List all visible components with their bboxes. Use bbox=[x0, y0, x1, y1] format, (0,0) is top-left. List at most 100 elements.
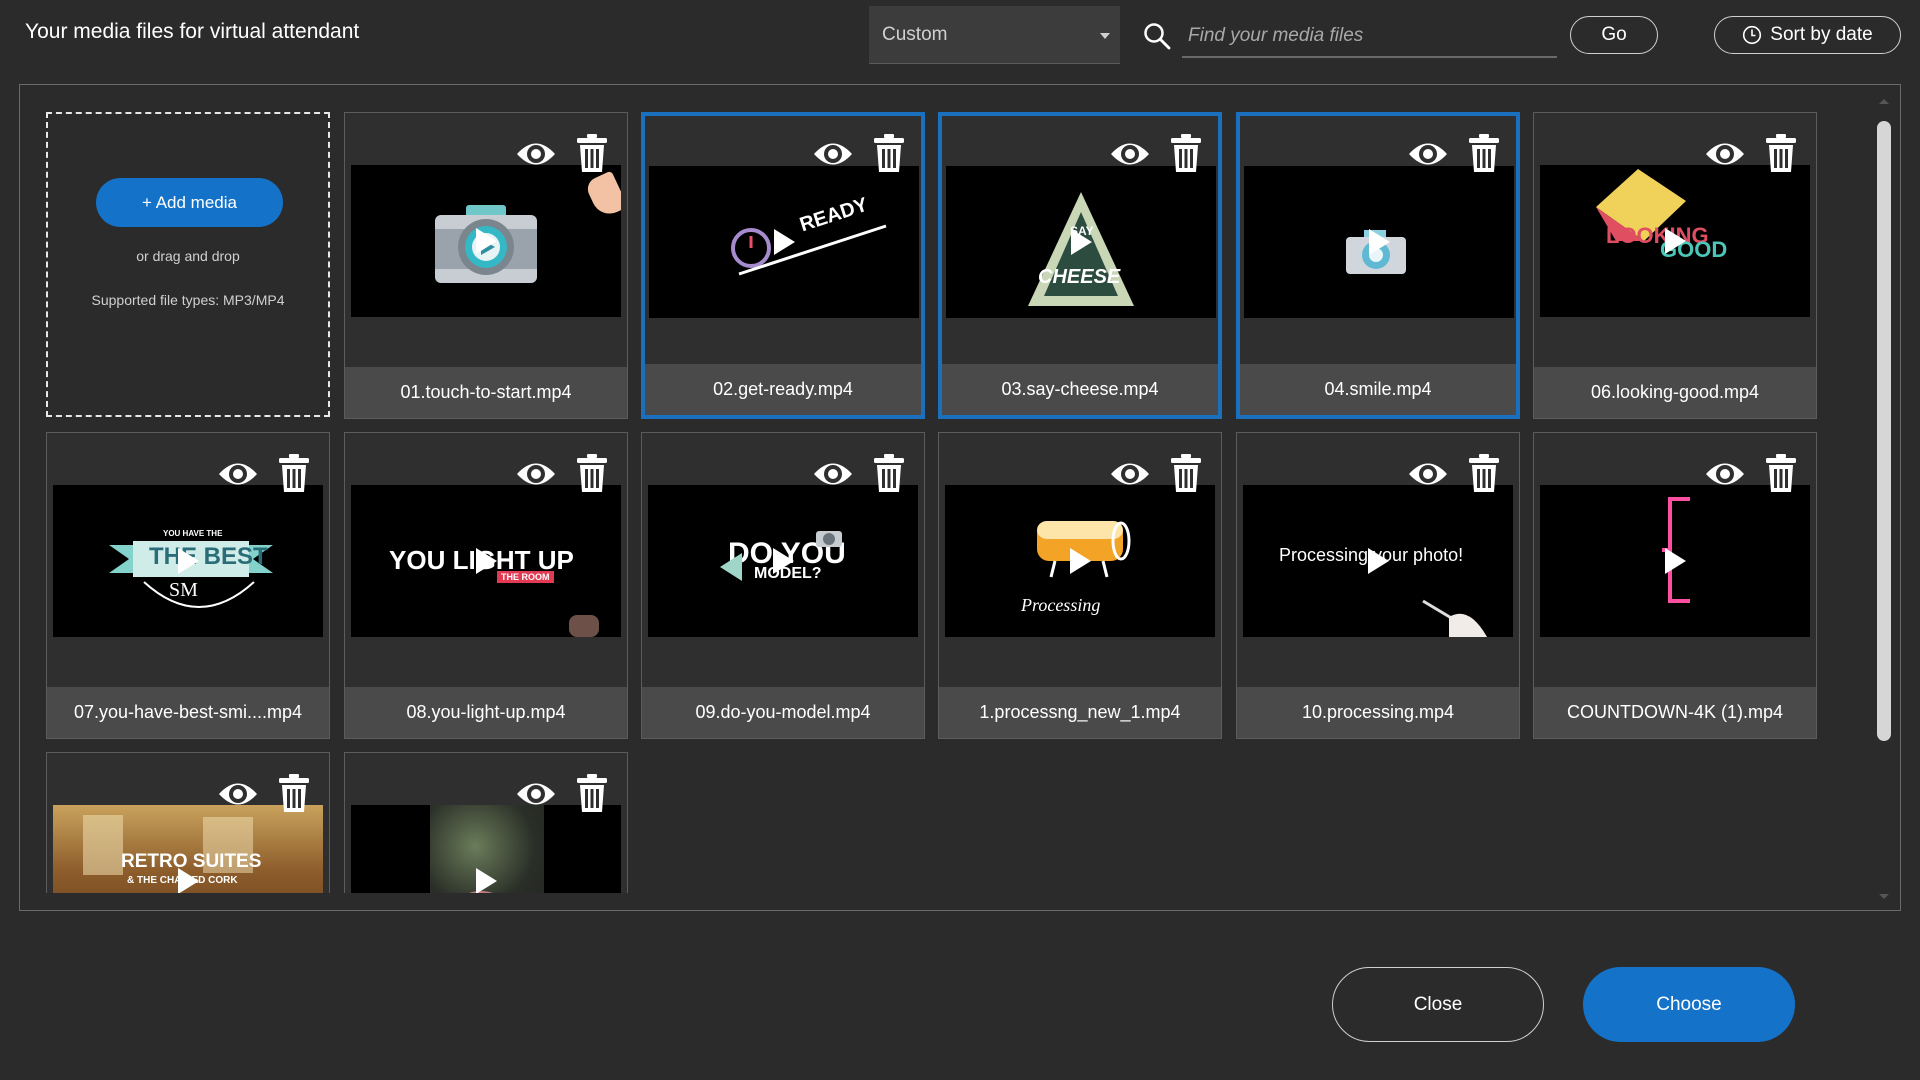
play-icon bbox=[1368, 548, 1389, 574]
add-media-dropzone[interactable]: + Add media or drag and drop Supported f… bbox=[46, 112, 330, 417]
filter-dropdown[interactable]: Custom bbox=[869, 6, 1120, 64]
play-icon bbox=[178, 548, 199, 574]
trash-icon[interactable] bbox=[279, 773, 309, 813]
go-button[interactable]: Go bbox=[1570, 16, 1658, 54]
eye-icon[interactable] bbox=[1109, 457, 1151, 491]
trash-icon[interactable] bbox=[874, 133, 904, 173]
trash-icon[interactable] bbox=[1469, 453, 1499, 493]
media-tile[interactable]: SAY CHEESE 03.say-cheese.mp4 bbox=[938, 112, 1222, 419]
add-media-button[interactable]: + Add media bbox=[96, 178, 283, 227]
trash-icon[interactable] bbox=[577, 773, 607, 813]
scrollbar-thumb[interactable] bbox=[1877, 121, 1891, 741]
media-grid: + Add media or drag and drop Supported f… bbox=[20, 85, 1870, 893]
media-tile[interactable]: LOOKING GOOD 06.looking-good.mp4 bbox=[1533, 112, 1817, 419]
sort-label: Sort by date bbox=[1770, 24, 1873, 45]
media-tile[interactable]: YOU HAVE THE THE BEST SM 07.you-have-best-s… bbox=[46, 432, 330, 739]
media-tile[interactable]: RETRO SUITES& THE CHAINED CORK bbox=[46, 752, 330, 893]
trash-icon[interactable] bbox=[1766, 133, 1796, 173]
eye-icon[interactable] bbox=[1704, 137, 1746, 171]
chevron-down-icon bbox=[1100, 33, 1110, 39]
play-icon bbox=[476, 548, 497, 574]
trash-icon[interactable] bbox=[577, 133, 607, 173]
video-thumbnail[interactable] bbox=[351, 805, 621, 893]
filter-selected-value: Custom bbox=[882, 23, 948, 45]
play-icon bbox=[178, 868, 199, 893]
media-tile[interactable]: READY 02.get-ready.mp4 bbox=[641, 112, 925, 419]
file-name: 03.say-cheese.mp4 bbox=[942, 364, 1218, 415]
trash-icon[interactable] bbox=[279, 453, 309, 493]
file-name: 08.you-light-up.mp4 bbox=[345, 687, 627, 738]
video-thumbnail[interactable]: SAY CHEESE bbox=[946, 166, 1216, 318]
thumb-text: Processing bbox=[1021, 595, 1101, 615]
eye-icon[interactable] bbox=[515, 137, 557, 171]
media-tile[interactable]: 04.smile.mp4 bbox=[1236, 112, 1520, 419]
video-thumbnail[interactable]: LOOKING GOOD bbox=[1540, 165, 1810, 317]
page-title: Your media files for virtual attendant bbox=[25, 20, 360, 43]
play-icon bbox=[1665, 228, 1686, 254]
trash-icon[interactable] bbox=[1766, 453, 1796, 493]
media-tile[interactable]: DO YOU MODEL? 09.do-you-model.mp4 bbox=[641, 432, 925, 739]
trash-icon[interactable] bbox=[874, 453, 904, 493]
eye-icon[interactable] bbox=[1704, 457, 1746, 491]
file-name: 10.processing.mp4 bbox=[1237, 687, 1519, 738]
choose-button[interactable]: Choose bbox=[1583, 967, 1795, 1042]
eye-icon[interactable] bbox=[217, 457, 259, 491]
search-icon bbox=[1144, 23, 1171, 50]
eye-icon[interactable] bbox=[812, 457, 854, 491]
file-name: 07.you-have-best-smi....mp4 bbox=[47, 687, 329, 738]
media-tile[interactable]: Processing 1.processng_new_1.mp4 bbox=[938, 432, 1222, 739]
camera-icon bbox=[816, 531, 842, 547]
play-icon bbox=[774, 229, 795, 255]
video-thumbnail[interactable]: YOU HAVE THE THE BEST SM bbox=[53, 485, 323, 637]
eye-icon[interactable] bbox=[812, 137, 854, 171]
close-button[interactable]: Close bbox=[1332, 967, 1544, 1042]
thumb-text: THE ROOM bbox=[497, 571, 554, 583]
scrollbar[interactable] bbox=[1875, 99, 1893, 899]
eye-icon[interactable] bbox=[515, 777, 557, 811]
video-thumbnail[interactable]: DO YOU MODEL? bbox=[648, 485, 918, 637]
media-tile[interactable]: Processing your photo! 10.processing.mp4 bbox=[1236, 432, 1520, 739]
file-name: COUNTDOWN-4K (1).mp4 bbox=[1534, 687, 1816, 738]
eye-icon[interactable] bbox=[1407, 137, 1449, 171]
eye-icon[interactable] bbox=[1109, 137, 1151, 171]
media-tile[interactable]: 01.touch-to-start.mp4 bbox=[344, 112, 628, 419]
video-thumbnail[interactable]: READY bbox=[649, 166, 919, 318]
drag-drop-text: or drag and drop bbox=[136, 248, 240, 264]
media-tile[interactable]: COUNTDOWN-4K (1).mp4 bbox=[1533, 432, 1817, 739]
play-icon bbox=[476, 868, 497, 893]
thumb-text: THE BEST bbox=[149, 543, 268, 570]
trash-icon[interactable] bbox=[577, 453, 607, 493]
search-input[interactable] bbox=[1182, 16, 1557, 58]
play-icon bbox=[476, 228, 497, 254]
sort-by-date-button[interactable]: Sort by date bbox=[1714, 16, 1901, 54]
trash-icon[interactable] bbox=[1171, 453, 1201, 493]
video-thumbnail[interactable]: Processing bbox=[945, 485, 1215, 637]
file-name: 02.get-ready.mp4 bbox=[645, 364, 921, 415]
eye-icon[interactable] bbox=[1407, 457, 1449, 491]
video-thumbnail[interactable]: YOU LIGHT UPTHE ROOM bbox=[351, 485, 621, 637]
trash-icon[interactable] bbox=[1171, 133, 1201, 173]
play-icon bbox=[1070, 548, 1091, 574]
play-icon bbox=[1665, 548, 1686, 574]
video-thumbnail[interactable]: Processing your photo! bbox=[1243, 485, 1513, 637]
arrow-graphic bbox=[720, 553, 742, 581]
eye-icon[interactable] bbox=[217, 777, 259, 811]
eye-icon[interactable] bbox=[515, 457, 557, 491]
hand-pen-graphic bbox=[1422, 599, 1487, 637]
scroll-up-arrow-icon[interactable] bbox=[1879, 99, 1889, 104]
thumb-text: YOU HAVE THE bbox=[163, 529, 223, 538]
play-icon bbox=[1369, 229, 1390, 255]
video-thumbnail[interactable] bbox=[1244, 166, 1514, 318]
video-thumbnail[interactable] bbox=[1540, 485, 1810, 637]
scroll-down-arrow-icon[interactable] bbox=[1879, 894, 1889, 899]
file-name: 1.processng_new_1.mp4 bbox=[939, 687, 1221, 738]
video-thumbnail[interactable] bbox=[351, 165, 621, 317]
smile-curve bbox=[143, 581, 255, 608]
media-tile[interactable] bbox=[344, 752, 628, 893]
media-tile[interactable]: YOU LIGHT UPTHE ROOM 08.you-light-up.mp4 bbox=[344, 432, 628, 739]
trash-icon[interactable] bbox=[1469, 133, 1499, 173]
thumb-text: CHEESE bbox=[1038, 266, 1121, 288]
media-panel: + Add media or drag and drop Supported f… bbox=[19, 84, 1901, 911]
play-icon bbox=[773, 548, 794, 574]
video-thumbnail[interactable]: RETRO SUITES& THE CHAINED CORK bbox=[53, 805, 323, 893]
